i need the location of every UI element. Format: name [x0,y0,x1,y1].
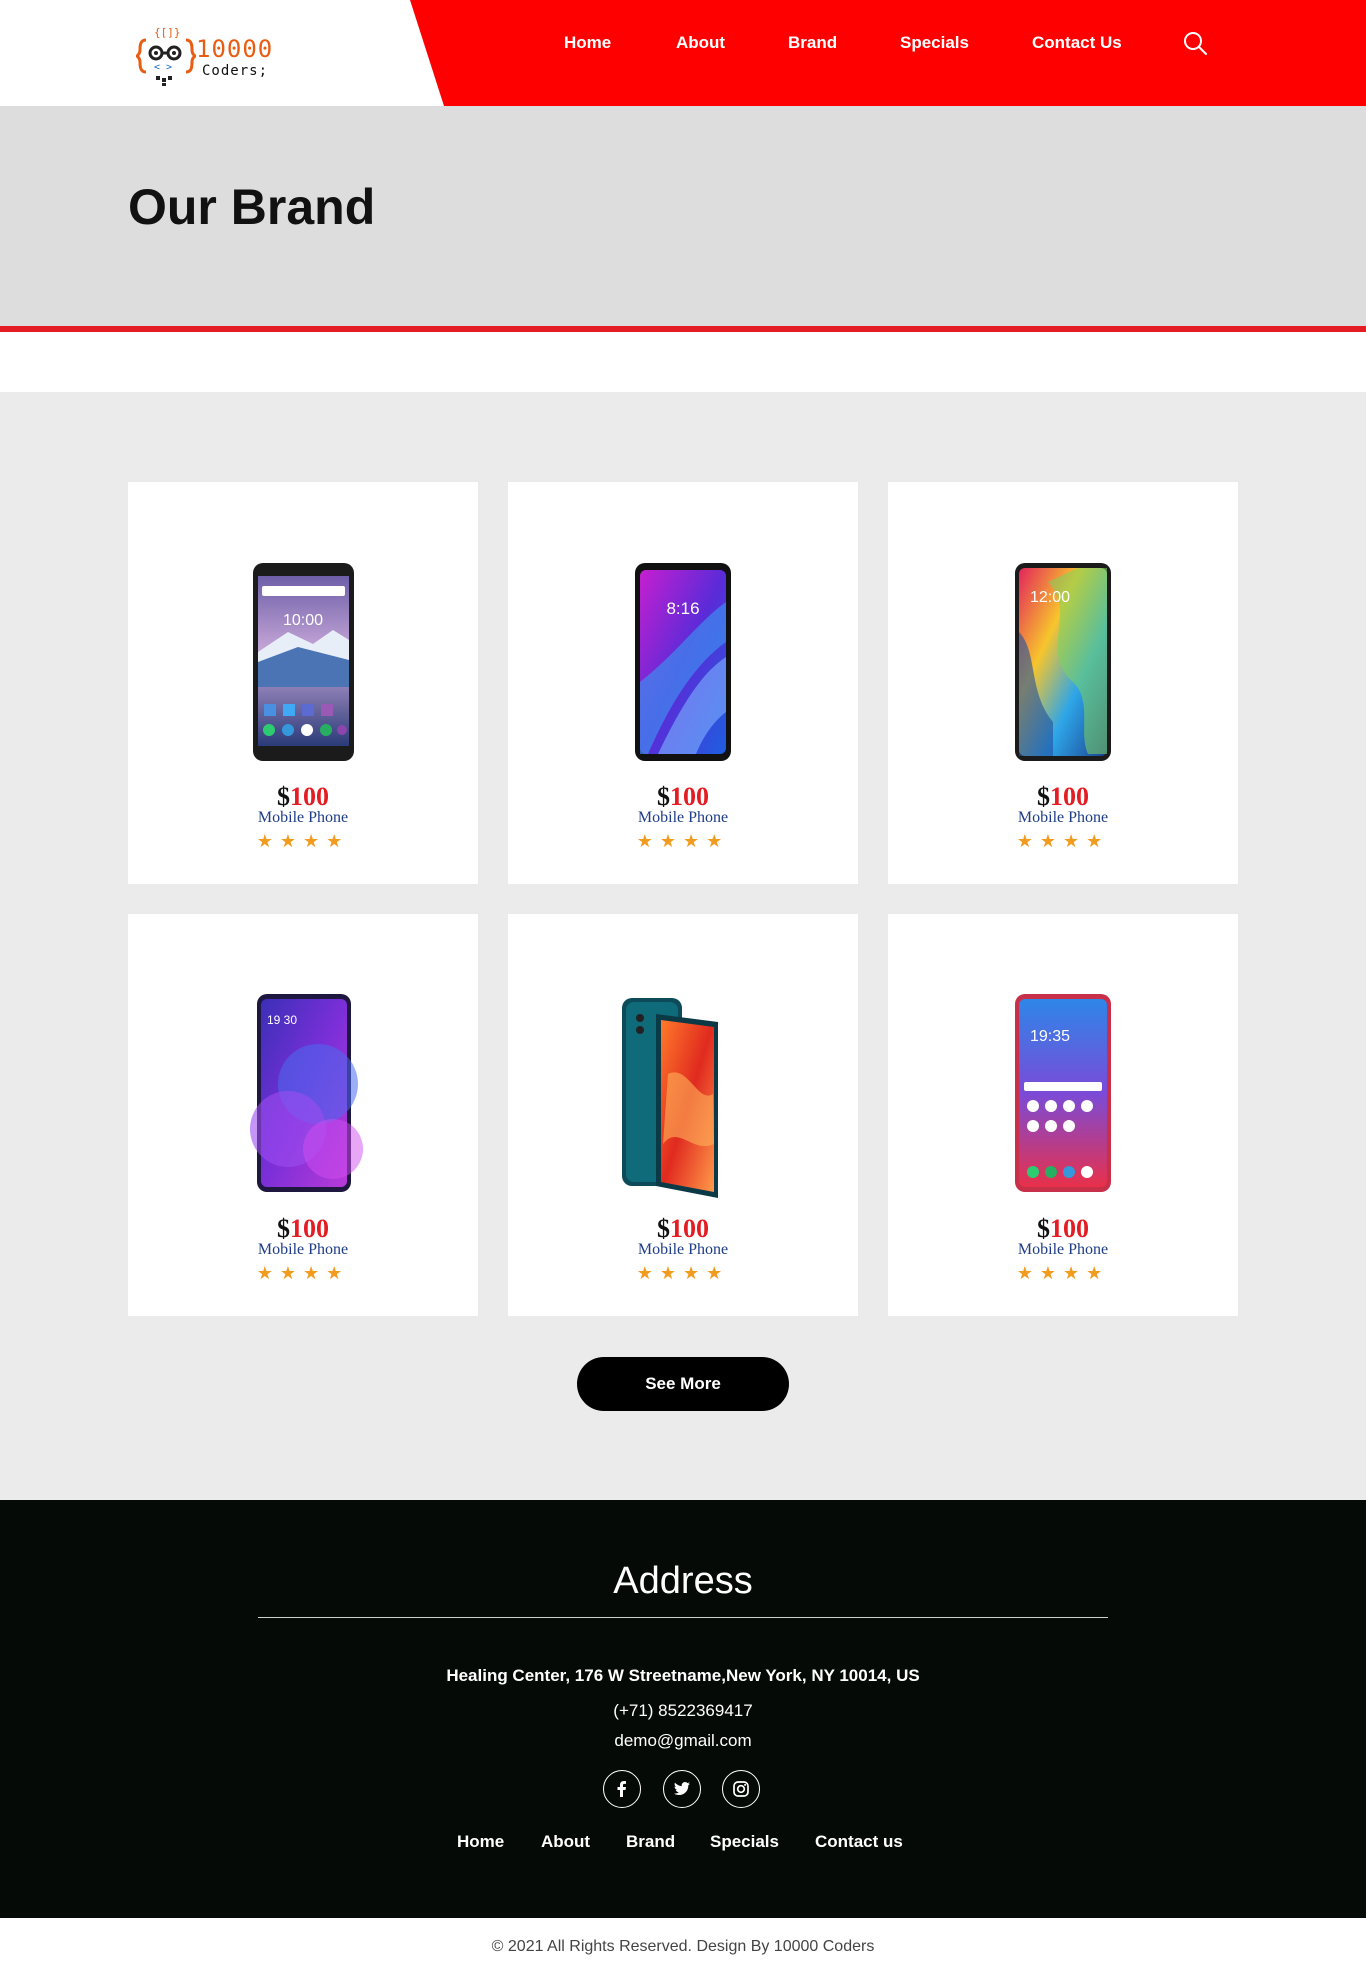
twitter-icon [674,1782,690,1795]
header-nav-background [410,0,1366,106]
footer-phone[interactable]: (+71) 8522369417 [0,1701,1366,1721]
product-label: Mobile Phone [257,1241,349,1258]
rating-stars: ★★★★ [636,831,730,851]
phone-screen-time: 19 30 [267,1013,297,1027]
see-more-button[interactable]: See More [577,1357,789,1411]
phone-screen-time: 8:16 [666,599,699,618]
product-card[interactable]: 12:00 $100 Mobile Phone ★★★★ [888,482,1238,884]
product-label: Mobile Phone [1017,809,1109,826]
product-price: $100 [1037,782,1089,811]
rating-stars: ★★★★ [1016,831,1110,851]
footer-link-home[interactable]: Home [457,1832,504,1852]
product-label: Mobile Phone [637,1241,729,1258]
logo-mark-icon: {[]} < > [136,26,196,86]
phone-image [622,998,718,1198]
title-divider [0,326,1366,332]
product-price: $100 [277,1214,329,1243]
phone-screen-time: 12:00 [1030,589,1070,606]
rating-stars: ★★★★ [636,1263,730,1283]
phone-image: 12:00 [1015,563,1111,761]
footer-address: Healing Center, 176 W Streetname,New Yor… [446,1666,920,1685]
phone-screen-time: 19:35 [1030,1028,1070,1045]
footer-link-specials[interactable]: Specials [710,1832,779,1852]
facebook-icon [617,1781,626,1797]
site-header: {[]} < > 10000 Coders; Home About Brand … [0,0,1366,106]
copyright-text: © 2021 All Rights Reserved. Design By 10… [491,1938,875,1955]
footer-divider [258,1617,1108,1618]
product-price: $100 [1037,1214,1089,1243]
instagram-icon [733,1781,749,1797]
phone-image: 19 30 [250,994,363,1192]
phone-image: 10:00 [253,563,354,761]
facebook-link[interactable] [603,1770,641,1808]
footer-link-about[interactable]: About [541,1832,590,1852]
product-label: Mobile Phone [1017,1241,1109,1258]
nav-brand[interactable]: Brand [788,33,837,53]
search-button[interactable] [1182,30,1208,56]
phone-screen-time: 10:00 [283,612,323,629]
product-label: Mobile Phone [637,809,729,826]
nav-contact-us[interactable]: Contact Us [1032,33,1122,53]
site-logo[interactable]: {[]} < > 10000 Coders; [136,24,288,88]
product-card[interactable]: 8:16 $100 Mobile Phone ★★★★ [508,482,858,884]
product-card[interactable]: 10:00 $100 Mobile Phone ★★★★ [128,482,478,884]
instagram-link[interactable] [722,1770,760,1808]
svg-text:{[]}: {[]} [154,26,181,39]
nav-about[interactable]: About [676,33,725,53]
product-price: $100 [277,782,329,811]
footer-email[interactable]: demo@gmail.com [0,1731,1366,1751]
twitter-link[interactable] [663,1770,701,1808]
page-title: Our Brand [128,179,376,235]
logo-subtitle: Coders; [202,63,269,79]
product-card[interactable]: 19 30 $100 Mobile Phone ★★★★ [128,914,478,1316]
footer-heading: Address [613,1560,753,1602]
rating-stars: ★★★★ [256,831,350,851]
nav-home[interactable]: Home [564,33,611,53]
footer-link-brand[interactable]: Brand [626,1832,675,1852]
phone-image: 8:16 [635,563,731,761]
product-card[interactable]: 19:35 $100 Mobile Phone ★★★★ [888,914,1238,1316]
footer-link-contact-us[interactable]: Contact us [815,1832,903,1852]
svg-text:< >: < > [154,62,172,73]
product-label: Mobile Phone [257,809,349,826]
logo-number: 10000 [196,35,274,63]
search-icon [1184,32,1207,55]
rating-stars: ★★★★ [1016,1263,1110,1283]
product-price: $100 [657,1214,709,1243]
nav-specials[interactable]: Specials [900,33,969,53]
product-card[interactable]: $100 Mobile Phone ★★★★ [508,914,858,1316]
phone-image: 19:35 [1015,994,1111,1192]
rating-stars: ★★★★ [256,1263,350,1283]
page-title-banner: Our Brand [0,106,1366,326]
product-price: $100 [657,782,709,811]
site-footer: Address Healing Center, 176 W Streetname… [0,1500,1366,1918]
